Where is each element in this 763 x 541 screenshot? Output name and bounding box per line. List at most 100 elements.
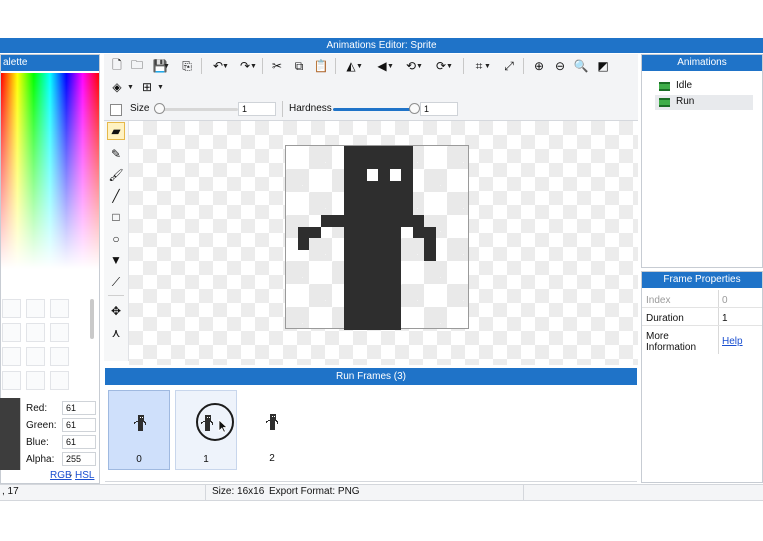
palette-slot[interactable]	[26, 299, 45, 318]
red-field[interactable]: 61	[62, 401, 96, 415]
fill-bucket-tool[interactable]: ▼	[107, 251, 125, 269]
palette-slot[interactable]	[26, 347, 45, 366]
palette-slot[interactable]	[26, 371, 45, 390]
alpha-label: Alpha:	[26, 454, 55, 465]
size-slider-track[interactable]	[154, 108, 238, 111]
paste-button[interactable]: 📋	[312, 57, 330, 75]
frame-0[interactable]: 0	[108, 390, 170, 470]
film-strip-icon	[659, 82, 670, 91]
frames-header: Run Frames (3)	[105, 368, 637, 385]
zoom-out-button[interactable]: ⊖	[551, 57, 569, 75]
selection-checkbox[interactable]	[110, 104, 122, 116]
hardness-input[interactable]: 1	[420, 102, 458, 116]
duration-value[interactable]: 1	[722, 313, 728, 324]
palette-slot[interactable]	[2, 323, 21, 342]
line-tool[interactable]: ╱	[107, 187, 125, 205]
zoom-fit-button[interactable]: 🔍	[572, 57, 590, 75]
hsl-mode-link[interactable]: HSL	[75, 470, 94, 481]
toolbar-separator	[262, 58, 263, 74]
chevron-down-icon[interactable]: ▼	[356, 57, 363, 75]
paste-icon: 📋	[313, 59, 329, 73]
zoom-in-button[interactable]: ⊕	[530, 57, 548, 75]
palette-slot[interactable]	[26, 323, 45, 342]
transform-tool[interactable]: ⋏	[107, 324, 125, 342]
open-folder-icon: 🗀	[130, 57, 143, 72]
help-link[interactable]: Help	[722, 336, 743, 347]
layers-button[interactable]: ◈	[108, 78, 126, 96]
ellipse-icon: ○	[112, 232, 120, 246]
pencil-tool[interactable]: ✎	[107, 145, 125, 163]
index-label: Index	[646, 295, 671, 306]
rotate-left-icon: ⟲	[405, 59, 417, 73]
red-label: Red:	[26, 403, 48, 414]
chevron-down-icon[interactable]: ▼	[484, 57, 491, 75]
hardness-label: Hardness	[289, 103, 332, 114]
eraser-tool[interactable]: ▰	[107, 122, 125, 140]
props-row-line	[642, 307, 762, 308]
animation-item-idle[interactable]: Idle	[655, 79, 753, 94]
redo-icon: ↷	[239, 59, 251, 73]
frame-thumbnail	[200, 415, 216, 431]
sprite-canvas[interactable]	[285, 145, 469, 330]
palette-slot[interactable]	[50, 371, 69, 390]
animations-header: Animations	[642, 55, 762, 71]
palette-slot[interactable]	[50, 347, 69, 366]
grid-button[interactable]: ⊞	[138, 78, 156, 96]
palette-header: alette	[1, 55, 99, 71]
cut-icon: ✂	[271, 59, 283, 73]
palette-slot[interactable]	[2, 371, 21, 390]
flip-horizontal-icon: ◭	[346, 59, 356, 73]
green-field[interactable]: 61	[62, 418, 96, 432]
palette-scrollbar[interactable]	[90, 299, 94, 339]
blue-field[interactable]: 61	[62, 435, 96, 449]
chevron-down-icon[interactable]: ▼	[446, 57, 453, 75]
brush-tool[interactable]: 🖌	[107, 166, 125, 184]
animations-title: Animations	[677, 57, 727, 68]
export-button[interactable]: ⎘	[178, 57, 196, 75]
chevron-down-icon[interactable]: ▼	[416, 57, 423, 75]
alpha-field[interactable]: 255	[62, 452, 96, 466]
size-slider-handle[interactable]	[154, 103, 165, 114]
invert-icon: ◩	[597, 59, 609, 73]
mode-separator: -	[69, 470, 73, 481]
ellipse-tool[interactable]: ○	[107, 230, 125, 248]
palette-slot[interactable]	[2, 299, 21, 318]
chevron-down-icon[interactable]: ▼	[387, 57, 394, 75]
toolbar-separator	[523, 58, 524, 74]
frame-2[interactable]: 2	[241, 390, 303, 470]
palette-slot[interactable]	[2, 347, 21, 366]
zoom-out-icon: ⊖	[554, 59, 566, 73]
fill-bucket-icon: ▼	[110, 253, 122, 267]
resize-button[interactable]: ⤢	[500, 57, 518, 75]
chevron-down-icon[interactable]: ▼	[127, 78, 134, 96]
window-title-bar: Animations Editor: Sprite	[0, 38, 763, 53]
animation-label: Run	[676, 96, 695, 107]
eyedropper-tool[interactable]: ⟋	[107, 273, 125, 291]
toolbar-separator	[463, 58, 464, 74]
chevron-down-icon[interactable]: ▼	[157, 78, 164, 96]
chevron-down-icon[interactable]: ▼	[250, 57, 257, 75]
invert-button[interactable]: ◩	[594, 57, 612, 75]
frame-1[interactable]: 1	[175, 390, 237, 470]
move-tool[interactable]: ✥	[107, 302, 125, 320]
hardness-slider-handle[interactable]	[409, 103, 420, 114]
palette-title: alette	[3, 57, 28, 68]
current-color-swatch[interactable]	[0, 398, 21, 470]
color-spectrum[interactable]	[1, 73, 99, 269]
chevron-down-icon[interactable]: ▼	[163, 57, 170, 75]
rectangle-tool[interactable]: □	[107, 208, 125, 226]
window-title: Animations Editor: Sprite	[326, 40, 437, 51]
new-file-button[interactable]: 🗋	[108, 57, 126, 75]
frame-properties-title: Frame Properties	[663, 274, 741, 285]
cut-button[interactable]: ✂	[268, 57, 286, 75]
chevron-down-icon[interactable]: ▼	[222, 57, 229, 75]
frame-thumbnail	[133, 415, 149, 431]
more-information-label: More	[646, 331, 669, 342]
size-input[interactable]: 1	[238, 102, 276, 116]
hardness-slider-track[interactable]	[333, 108, 417, 111]
open-folder-button[interactable]: 🗀	[128, 57, 146, 75]
palette-slot[interactable]	[50, 299, 69, 318]
animation-item-run[interactable]: Run	[655, 95, 753, 110]
palette-slot[interactable]	[50, 323, 69, 342]
copy-button[interactable]: ⧉	[290, 57, 308, 75]
